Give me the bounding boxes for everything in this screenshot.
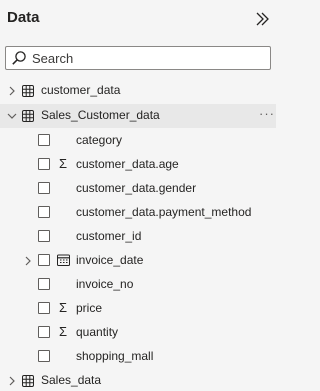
sigma-icon: Σ	[59, 324, 68, 339]
field-row-customer-data-payment-method[interactable]: customer_data.payment_method	[0, 201, 276, 225]
field-checkbox[interactable]	[38, 254, 50, 266]
field-name: shopping_mall	[76, 349, 154, 363]
field-checkbox[interactable]	[38, 278, 50, 290]
table-icon	[22, 110, 34, 122]
field-name: customer_data.gender	[76, 181, 197, 195]
chevron-right-icon[interactable]	[7, 376, 17, 386]
field-checkbox[interactable]	[38, 206, 50, 218]
field-checkbox[interactable]	[38, 302, 50, 314]
field-row-quantity[interactable]: Σ quantity	[0, 321, 276, 345]
data-pane: Data customer_data	[0, 0, 276, 391]
field-row-customer-data-gender[interactable]: customer_data.gender	[0, 177, 276, 201]
chevron-right-icon[interactable]	[23, 256, 33, 266]
field-checkbox[interactable]	[38, 350, 50, 362]
table-name: customer_data	[41, 83, 121, 97]
field-name: customer_data.payment_method	[76, 205, 252, 219]
field-row-category[interactable]: category	[0, 129, 276, 153]
collapse-pane-button[interactable]	[252, 9, 272, 29]
table-icon	[22, 375, 34, 387]
pane-header: Data	[0, 0, 276, 38]
field-name: price	[76, 301, 103, 315]
table-row-sales-customer-data[interactable]: Sales_Customer_data ···	[0, 104, 276, 128]
field-checkbox[interactable]	[38, 158, 50, 170]
field-name: customer_id	[76, 229, 142, 243]
search-icon	[12, 51, 26, 65]
field-row-customer-id[interactable]: customer_id	[0, 225, 276, 249]
chevron-down-icon[interactable]	[7, 111, 17, 121]
double-chevron-right-icon	[256, 12, 269, 26]
field-checkbox[interactable]	[38, 230, 50, 242]
field-checkbox[interactable]	[38, 182, 50, 194]
field-row-invoice-no[interactable]: invoice_no	[0, 273, 276, 297]
field-name: quantity	[76, 325, 119, 339]
field-name: invoice_no	[76, 277, 134, 291]
chevron-right-icon[interactable]	[7, 86, 17, 96]
field-row-shopping-mall[interactable]: shopping_mall	[0, 345, 276, 369]
field-name: invoice_date	[76, 253, 144, 267]
search-box[interactable]	[5, 46, 271, 70]
table-row-sales-data[interactable]: Sales_data	[0, 369, 276, 391]
field-row-customer-data-age[interactable]: Σ customer_data.age	[0, 153, 276, 177]
field-name: category	[76, 133, 123, 147]
field-name: customer_data.age	[76, 157, 179, 171]
field-row-invoice-date[interactable]: invoice_date	[0, 249, 276, 273]
field-row-price[interactable]: Σ price	[0, 297, 276, 321]
table-name: Sales_Customer_data	[41, 108, 160, 122]
table-row-customer-data[interactable]: customer_data	[0, 79, 276, 103]
table-name: Sales_data	[41, 373, 102, 387]
more-options-button[interactable]: ···	[259, 106, 275, 121]
sigma-icon: Σ	[59, 300, 68, 315]
field-checkbox[interactable]	[38, 134, 50, 146]
date-hierarchy-icon	[57, 254, 70, 266]
search-input[interactable]	[32, 48, 266, 68]
sigma-icon: Σ	[59, 156, 68, 171]
pane-title: Data	[7, 9, 40, 26]
table-icon	[22, 85, 34, 97]
field-checkbox[interactable]	[38, 326, 50, 338]
